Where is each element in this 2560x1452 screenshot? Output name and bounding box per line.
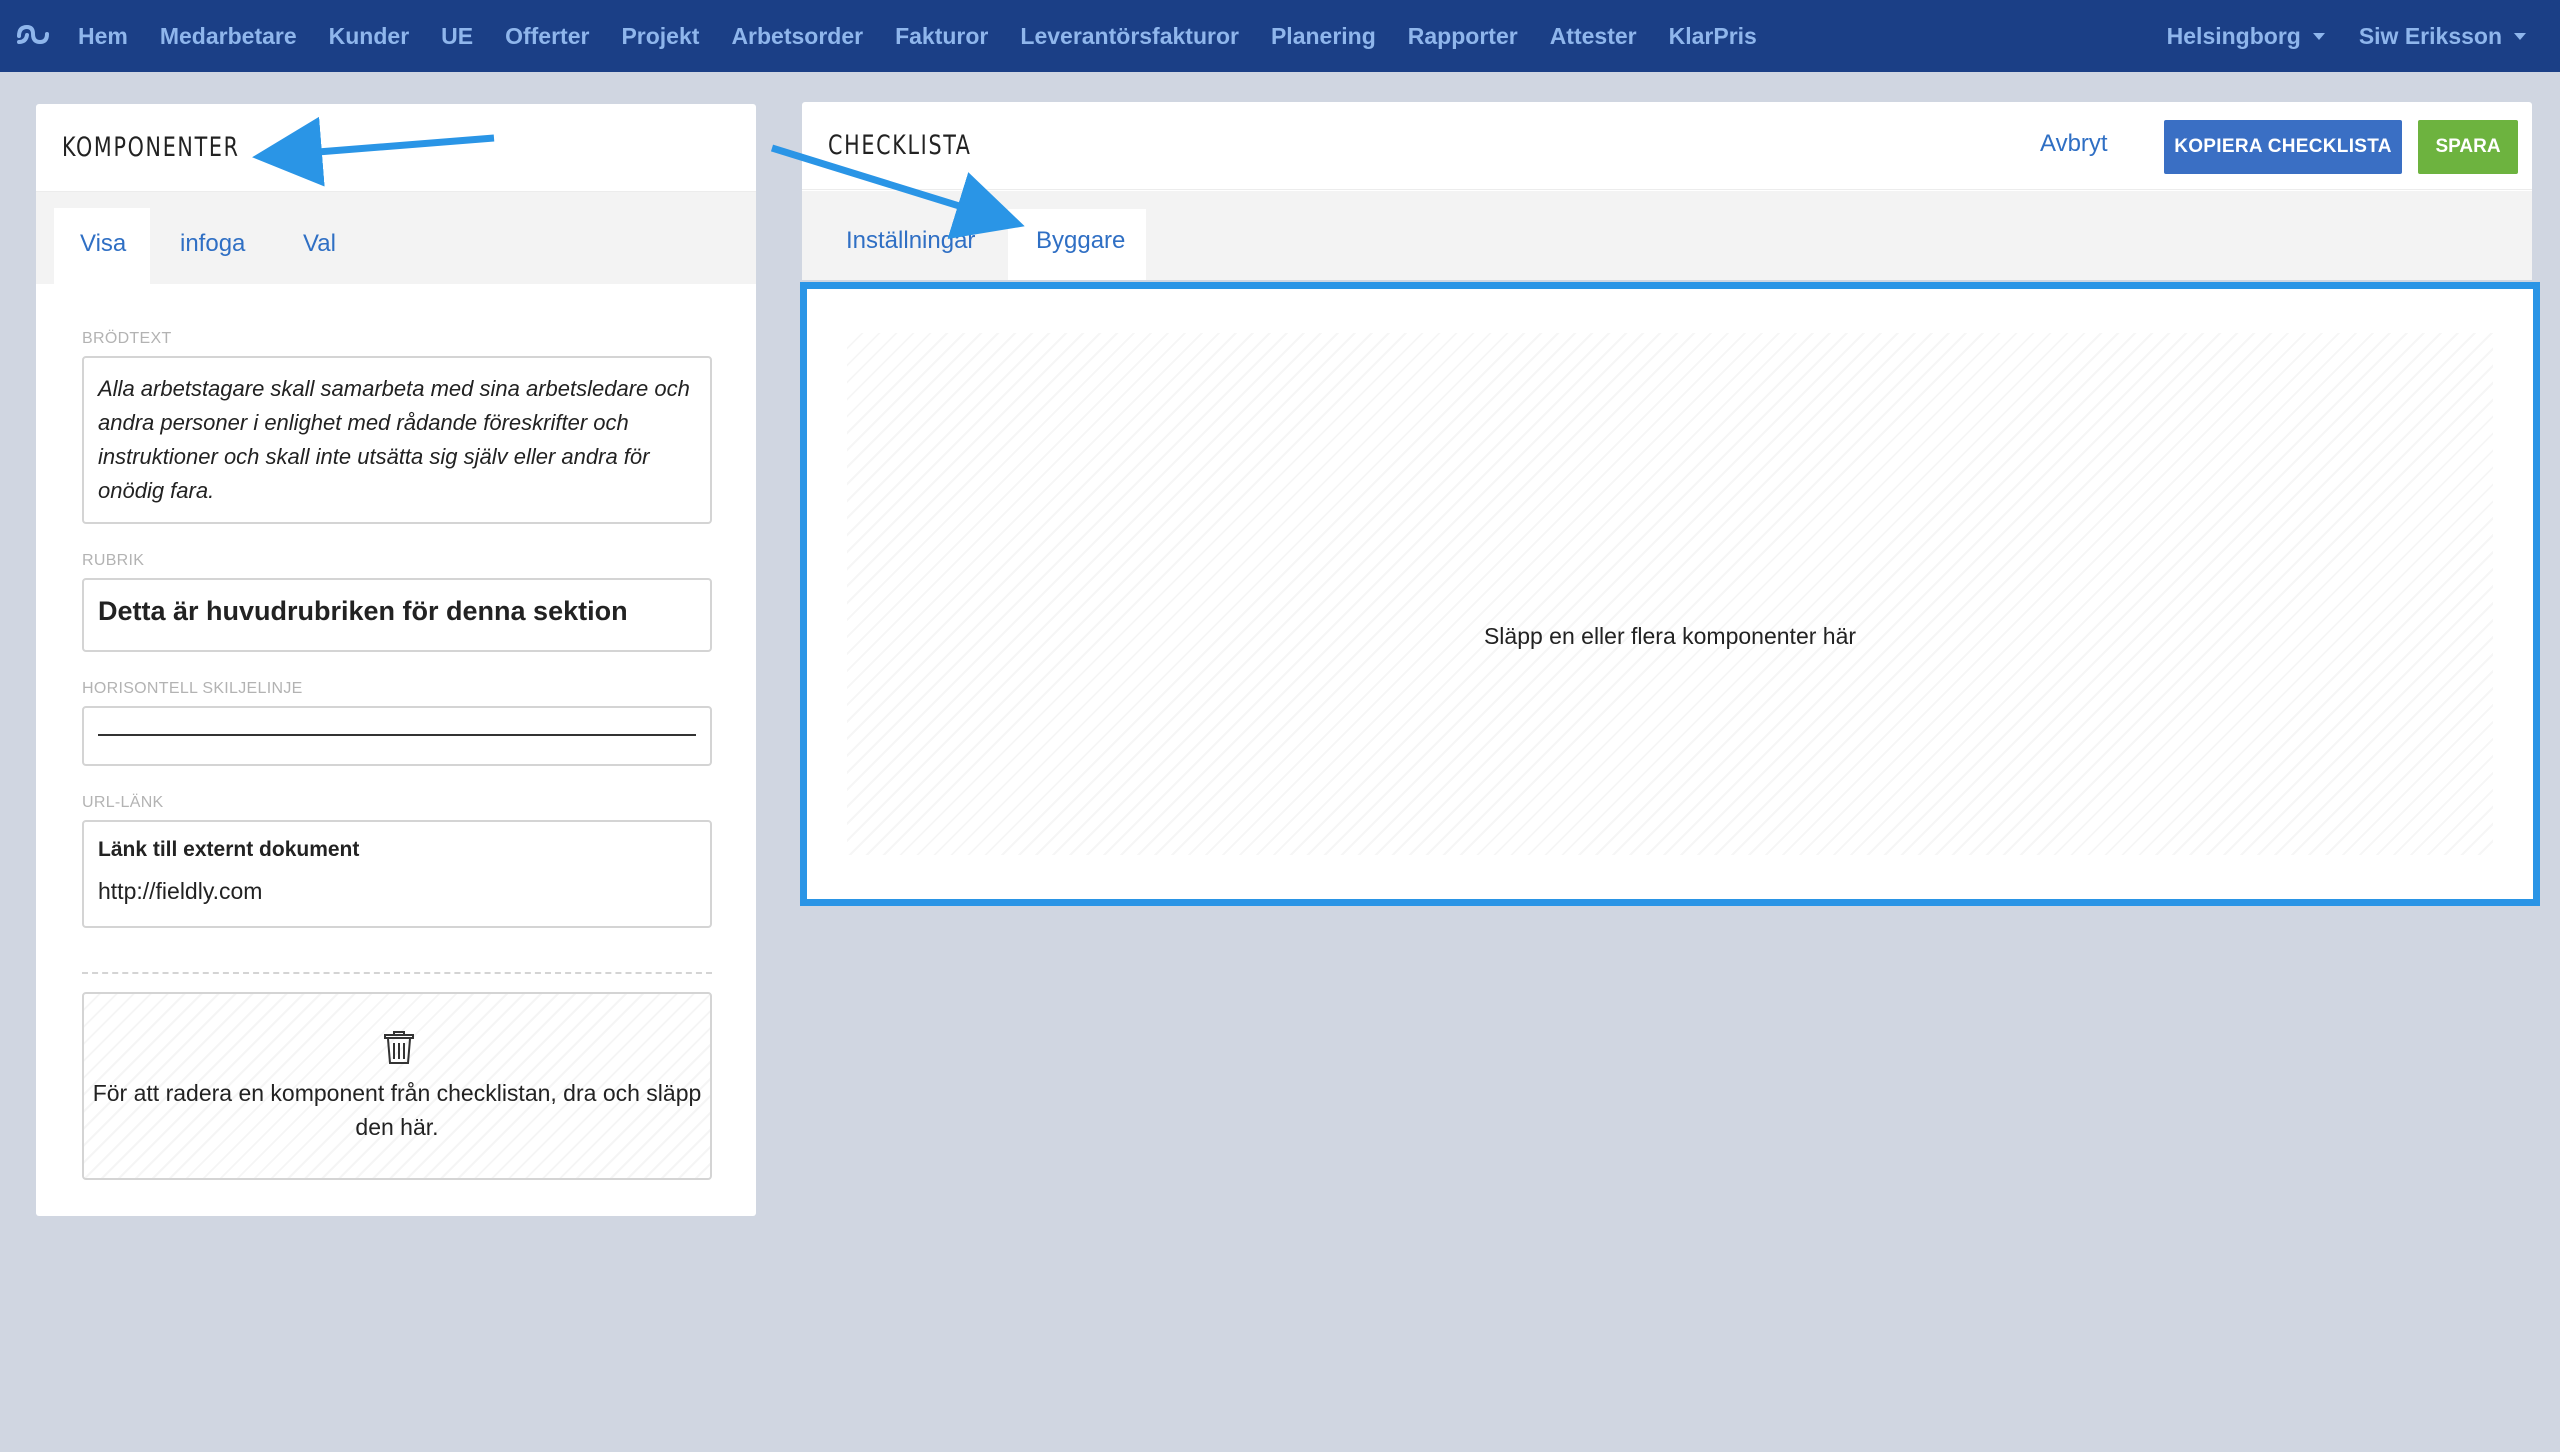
body-text-component[interactable]: Alla arbetstagare skall samarbeta med si…	[82, 356, 712, 524]
tab-installningar[interactable]: Inställningar	[846, 227, 975, 255]
checklist-panel-title: CHECKLISTA	[828, 130, 972, 161]
caret-down-icon	[2514, 32, 2526, 40]
url-label: URL-LÄNK	[82, 794, 164, 811]
user-dropdown[interactable]: Siw Eriksson	[2359, 23, 2526, 50]
top-navbar: Hem Medarbetare Kunder UE Offerter Proje…	[0, 0, 2560, 72]
nav-item-offerter[interactable]: Offerter	[505, 23, 589, 50]
checklist-tabbar: Inställningar Byggare	[802, 191, 2532, 280]
tab-visa[interactable]: Visa	[54, 208, 150, 284]
body-text-content: Alla arbetstagare skall samarbeta med si…	[98, 376, 690, 503]
nav-item-hem[interactable]: Hem	[78, 23, 128, 50]
nav-item-medarbetare[interactable]: Medarbetare	[160, 23, 297, 50]
url-link-component[interactable]: Länk till externt dokument http://fieldl…	[82, 820, 712, 928]
copy-checklist-button[interactable]: KOPIERA CHECKLISTA	[2164, 120, 2402, 174]
url-link-value: http://fieldly.com	[98, 878, 263, 904]
nav-item-leverantorsfakturor[interactable]: Leverantörsfakturor	[1020, 23, 1239, 50]
divider-component[interactable]	[82, 706, 712, 766]
drop-instruction: Släpp en eller flera komponenter här	[1483, 623, 1857, 649]
divider-line	[98, 734, 696, 736]
dashed-divider	[82, 972, 712, 974]
divider-label: HORISONTELL SKILJELINJE	[82, 680, 303, 697]
trash-icon	[384, 1031, 414, 1064]
nav-item-arbetsorder[interactable]: Arbetsorder	[731, 23, 863, 50]
builder-drop-area[interactable]: Släpp en eller flera komponenter här	[800, 282, 2540, 906]
body-text-label: BRÖDTEXT	[82, 330, 172, 347]
components-panel-title: KOMPONENTER	[62, 132, 240, 163]
nav-item-ue[interactable]: UE	[441, 23, 473, 50]
user-name: Siw Eriksson	[2358, 22, 2502, 49]
nav-item-klarpris[interactable]: KlarPris	[1669, 23, 1757, 50]
nav-item-fakturor[interactable]: Fakturor	[895, 23, 988, 50]
trash-drop-zone[interactable]: För att radera en komponent från checkli…	[82, 992, 712, 1180]
location-dropdown[interactable]: Helsingborg	[2167, 23, 2325, 50]
caret-down-icon	[2312, 32, 2325, 40]
tab-visa-label: Visa	[80, 230, 127, 257]
builder-drop-zone[interactable]: Släpp en eller flera komponenter här	[847, 333, 2493, 855]
heading-content: Detta är huvudrubriken för denna sektion	[98, 596, 628, 626]
nav-item-attester[interactable]: Attester	[1550, 23, 1637, 50]
location-label: Helsingborg	[2166, 22, 2301, 49]
tab-byggare[interactable]: Byggare	[1008, 209, 1146, 280]
nav-item-projekt[interactable]: Projekt	[621, 23, 699, 50]
nav-item-kunder[interactable]: Kunder	[329, 23, 410, 50]
nav-item-planering[interactable]: Planering	[1271, 23, 1376, 50]
trash-instruction: För att radera en komponent från checkli…	[92, 1080, 702, 1140]
fieldly-logo-icon[interactable]	[16, 22, 50, 48]
checklist-panel: CHECKLISTA Avbryt KOPIERA CHECKLISTA SPA…	[802, 102, 2532, 280]
checklist-panel-header: CHECKLISTA Avbryt KOPIERA CHECKLISTA SPA…	[802, 102, 2532, 190]
cancel-button[interactable]: Avbryt	[2040, 130, 2108, 158]
components-tabbar: Visa infoga Val	[36, 192, 756, 284]
components-panel-header: KOMPONENTER	[36, 104, 756, 192]
tab-infoga[interactable]: infoga	[180, 230, 245, 258]
main-nav: Hem Medarbetare Kunder UE Offerter Proje…	[78, 0, 1789, 72]
tab-byggare-label: Byggare	[1036, 227, 1126, 254]
components-panel: KOMPONENTER Visa infoga Val BRÖDTEXT All…	[36, 104, 756, 1216]
nav-right: Helsingborg Siw Eriksson	[2167, 0, 2560, 72]
nav-item-rapporter[interactable]: Rapporter	[1408, 23, 1518, 50]
url-link-title: Länk till externt dokument	[98, 838, 360, 861]
heading-component[interactable]: Detta är huvudrubriken för denna sektion	[82, 578, 712, 652]
save-button[interactable]: SPARA	[2418, 120, 2518, 174]
tab-val[interactable]: Val	[303, 230, 336, 258]
heading-label: RUBRIK	[82, 552, 145, 569]
